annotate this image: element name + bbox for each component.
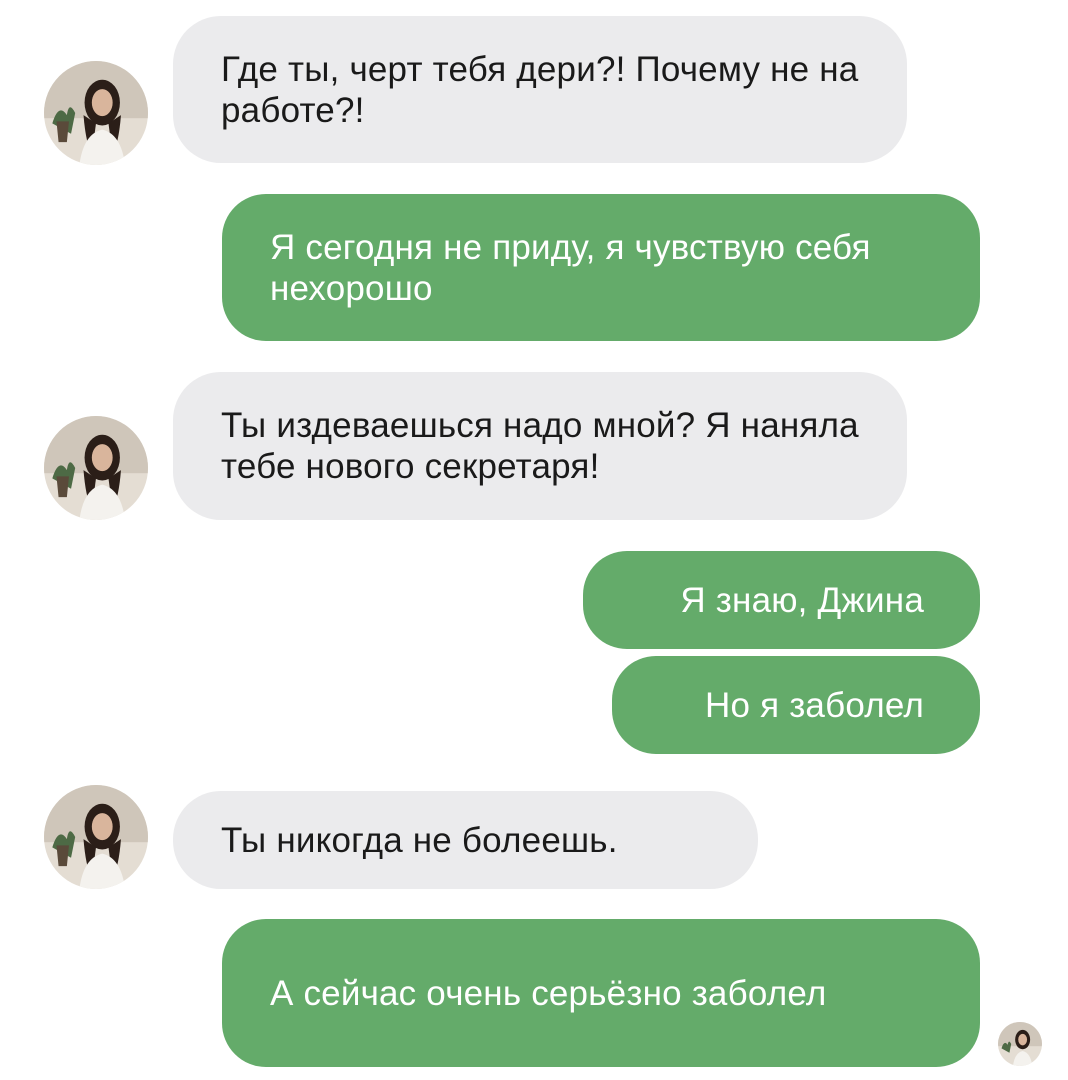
- message-text: Но я заболел: [705, 685, 924, 725]
- message-bubble-incoming[interactable]: Ты издеваешься надо мной? Я наняла тебе …: [173, 372, 907, 520]
- message-bubble-outgoing[interactable]: Но я заболел: [612, 656, 980, 754]
- message-bubble-incoming[interactable]: Ты никогда не болеешь.: [173, 791, 758, 889]
- contact-avatar[interactable]: [44, 61, 148, 165]
- chat-thread: Где ты, черт тебя дери?! Почему не на ра…: [0, 0, 1068, 1080]
- message-text: Я сегодня не приду, я чувствую себя нехо…: [270, 227, 871, 308]
- message-bubble-incoming[interactable]: Где ты, черт тебя дери?! Почему не на ра…: [173, 16, 907, 163]
- message-bubble-outgoing[interactable]: Я сегодня не приду, я чувствую себя нехо…: [222, 194, 980, 341]
- message-bubble-outgoing[interactable]: А сейчас очень серьёзно заболел: [222, 919, 980, 1067]
- message-text: Ты никогда не болеешь.: [221, 820, 618, 860]
- contact-avatar[interactable]: [44, 416, 148, 520]
- message-text: А сейчас очень серьёзно заболел: [270, 973, 827, 1013]
- message-text: Где ты, черт тебя дери?! Почему не на ра…: [221, 49, 859, 130]
- message-text: Ты издеваешься надо мной? Я наняла тебе …: [221, 406, 859, 486]
- contact-avatar[interactable]: [44, 785, 148, 889]
- message-text: Я знаю, Джина: [680, 580, 924, 620]
- read-receipt-avatar-icon: [998, 1022, 1042, 1066]
- message-bubble-outgoing[interactable]: Я знаю, Джина: [583, 551, 980, 649]
